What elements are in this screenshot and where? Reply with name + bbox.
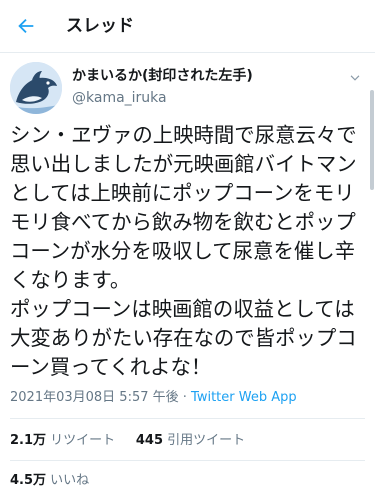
tweet-stats: 2.1万 リツイート 445 引用ツイート: [10, 431, 245, 451]
divider: [10, 418, 365, 419]
top-app-bar: スレッド: [0, 0, 375, 53]
quotes-label: 引用ツイート: [167, 433, 246, 448]
tweet-source-link[interactable]: Twitter Web App: [191, 390, 297, 405]
more-options-button[interactable]: [345, 68, 365, 88]
chevron-down-icon: [350, 75, 360, 81]
likes-label: いいね: [50, 473, 90, 488]
dolphin-avatar-image: [10, 62, 62, 114]
likes-stat[interactable]: 4.5万 いいね: [10, 471, 89, 491]
author-display-name[interactable]: かまいるか(封印された左手): [72, 67, 253, 85]
divider: [10, 460, 365, 461]
likes-count: 4.5万: [10, 473, 47, 488]
tweet-timestamp[interactable]: 2021年03月08日 5:57 午後: [10, 390, 179, 405]
retweets-stat[interactable]: 2.1万 リツイート: [10, 433, 115, 448]
author-handle[interactable]: @kama_iruka: [72, 89, 167, 107]
tweet-author: かまいるか(封印された左手) @kama_iruka: [10, 62, 365, 118]
back-button[interactable]: [8, 8, 44, 44]
retweets-label: リツイート: [50, 433, 116, 448]
arrow-left-icon: [18, 18, 34, 34]
page-title: スレッド: [66, 16, 134, 36]
retweets-count: 2.1万: [10, 433, 47, 448]
tweet-meta: 2021年03月08日 5:57 午後 · Twitter Web App: [10, 388, 297, 408]
tweet-text: シン・ヱヴァの上映時間で尿意云々で思い出しましたが元映画館バイトマンとしては上映…: [10, 123, 357, 379]
quotes-stat[interactable]: 445 引用ツイート: [136, 433, 245, 448]
meta-separator: ·: [178, 390, 192, 405]
avatar[interactable]: [10, 62, 62, 114]
quotes-count: 445: [135, 433, 163, 448]
scrollbar[interactable]: [370, 90, 374, 190]
